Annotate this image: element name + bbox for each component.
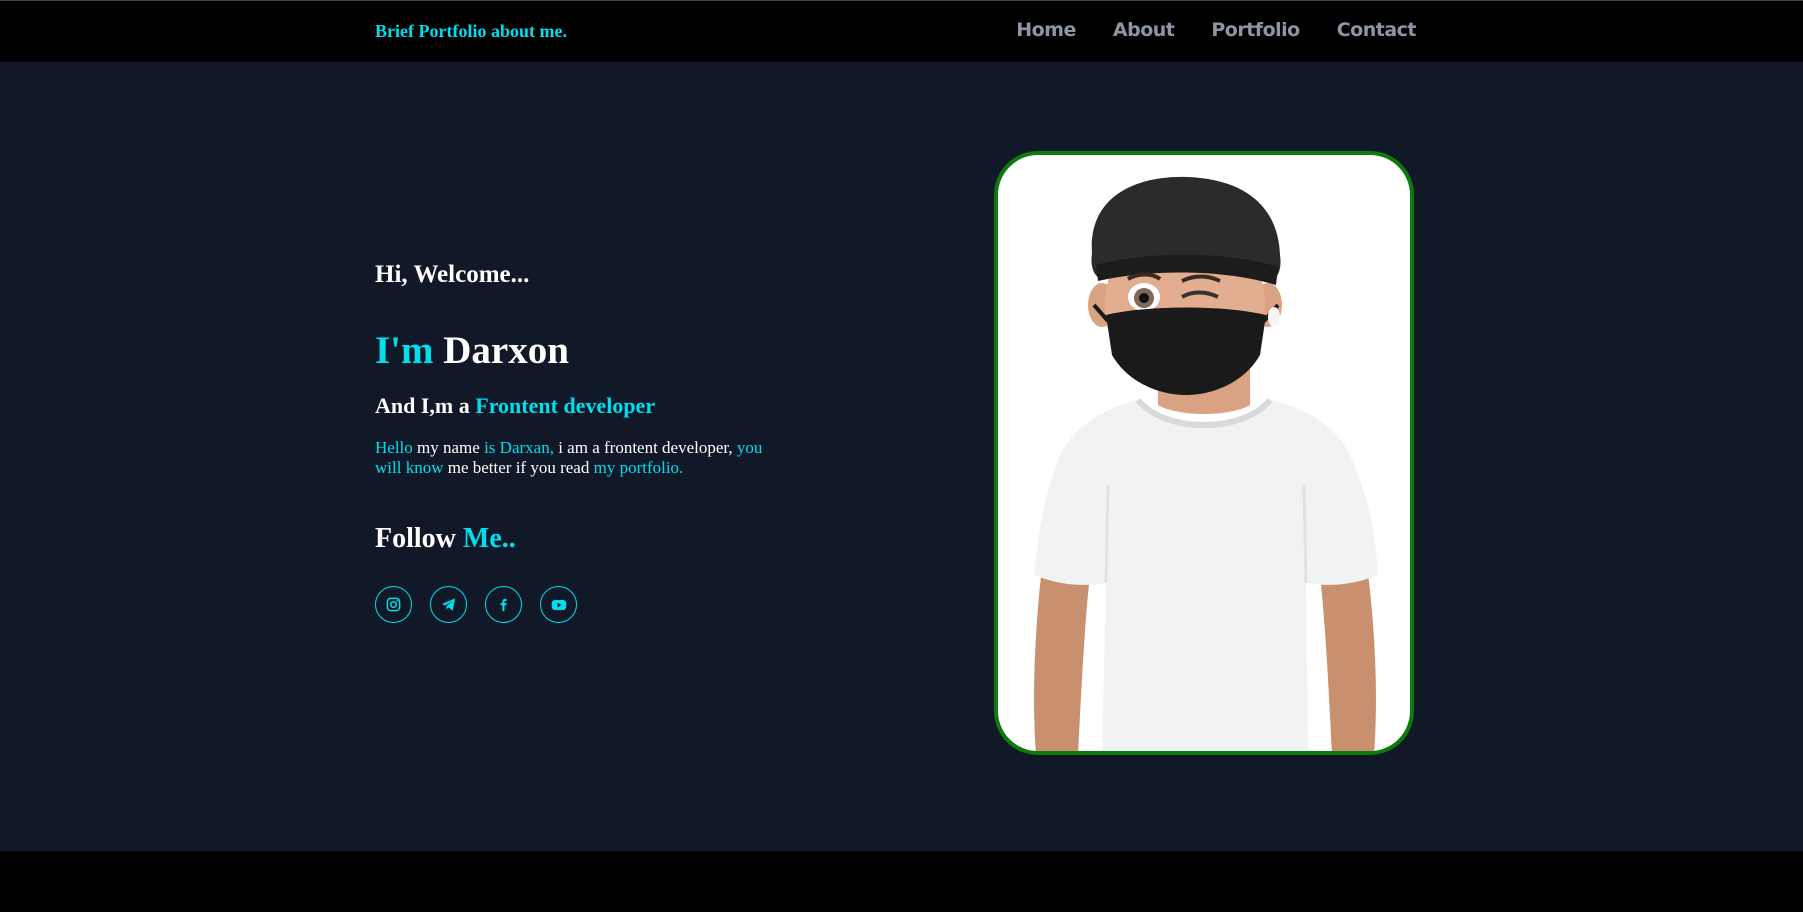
- facebook-link[interactable]: [485, 586, 522, 623]
- bio-part-3: is Darxan,: [484, 438, 554, 457]
- brand-title[interactable]: Brief Portfolio about me.: [375, 21, 567, 42]
- nav-home-link[interactable]: Home: [1016, 19, 1076, 41]
- name-prefix: I'm: [375, 329, 434, 372]
- bio-paragraph: Hello my name is Darxan, i am a frontent…: [375, 438, 775, 478]
- bio-part-1: Hello: [375, 438, 413, 457]
- role-prefix: And I,m a: [375, 393, 470, 418]
- instagram-link[interactable]: [375, 586, 412, 623]
- follow-prefix: Follow: [375, 523, 456, 554]
- social-links: [375, 586, 577, 623]
- telegram-icon: [441, 598, 456, 611]
- profile-photo: [994, 151, 1414, 755]
- follow-heading: Follow Me..: [375, 523, 516, 555]
- bio-part-6: me better if you read: [443, 458, 594, 477]
- role-text: Frontent developer: [475, 393, 656, 418]
- nav-contact-link[interactable]: Contact: [1337, 19, 1417, 41]
- welcome-heading: Hi, Welcome...: [375, 261, 530, 288]
- youtube-link[interactable]: [540, 586, 577, 623]
- bio-part-7: my portfolio.: [593, 458, 684, 477]
- telegram-link[interactable]: [430, 586, 467, 623]
- name-heading: I'm Darxon: [375, 328, 569, 373]
- main-nav: Home About Portfolio Contact: [1016, 19, 1416, 41]
- bio-part-2: my name: [412, 438, 485, 457]
- avatar-illustration: [1034, 176, 1378, 751]
- role-heading: And I,m a Frontent developer: [375, 393, 655, 419]
- top-navbar: Brief Portfolio about me. Home About Por…: [0, 0, 1803, 62]
- hero-section: Hi, Welcome... I'm Darxon And I,m a Fron…: [0, 62, 1803, 851]
- bio-part-4: i am a frontent developer,: [553, 438, 737, 457]
- name-text: Darxon: [443, 329, 569, 372]
- instagram-icon: [386, 597, 401, 612]
- youtube-icon: [551, 599, 566, 610]
- follow-accent: Me..: [462, 523, 516, 554]
- nav-about-link[interactable]: About: [1113, 19, 1175, 41]
- nav-portfolio-link[interactable]: Portfolio: [1211, 19, 1300, 41]
- facebook-icon: [500, 598, 507, 612]
- footer-bar: [0, 851, 1803, 912]
